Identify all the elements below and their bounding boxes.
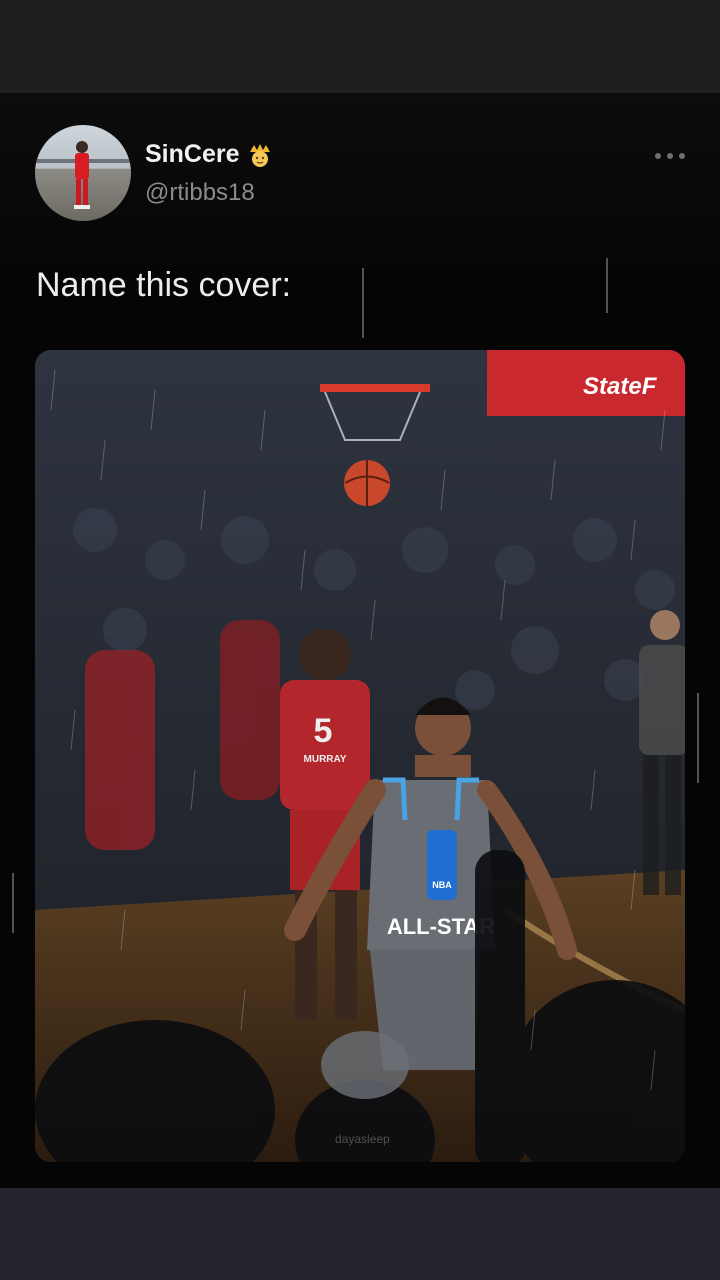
user-handle[interactable]: @rtibbs18 [145,179,255,207]
nba-logo-text: NBA [432,880,452,890]
more-options-icon[interactable] [655,149,685,163]
tweet-image[interactable]: StateF 5 MURRAY NBA ALL-STAR dayasleep [35,350,685,1162]
bottom-navigation-area [0,1188,720,1280]
sponsor-sign-text: StateF [583,373,658,400]
avatar[interactable] [35,125,131,221]
tweet-card[interactable]: SinCere @rtibbs18 Name this cover: State… [0,93,720,1188]
more-dot [667,153,673,159]
rain-streak [697,693,699,783]
rain-streak [12,873,14,933]
name-row: SinCere [145,140,273,169]
avatar-person [74,141,90,209]
crown-emoji-icon [250,143,271,167]
rain-streak [362,268,364,338]
rain-streak [606,258,608,313]
display-name[interactable]: SinCere [145,140,239,169]
image-watermark: dayasleep [335,1132,390,1146]
jersey-number: 5 [314,712,333,750]
more-dot [679,153,685,159]
tweet-text: Name this cover: [36,266,292,304]
status-area [0,0,720,93]
more-dot [655,153,661,159]
basketball-artwork: StateF 5 MURRAY NBA ALL-STAR [35,350,685,1162]
jersey-name: MURRAY [304,754,347,765]
